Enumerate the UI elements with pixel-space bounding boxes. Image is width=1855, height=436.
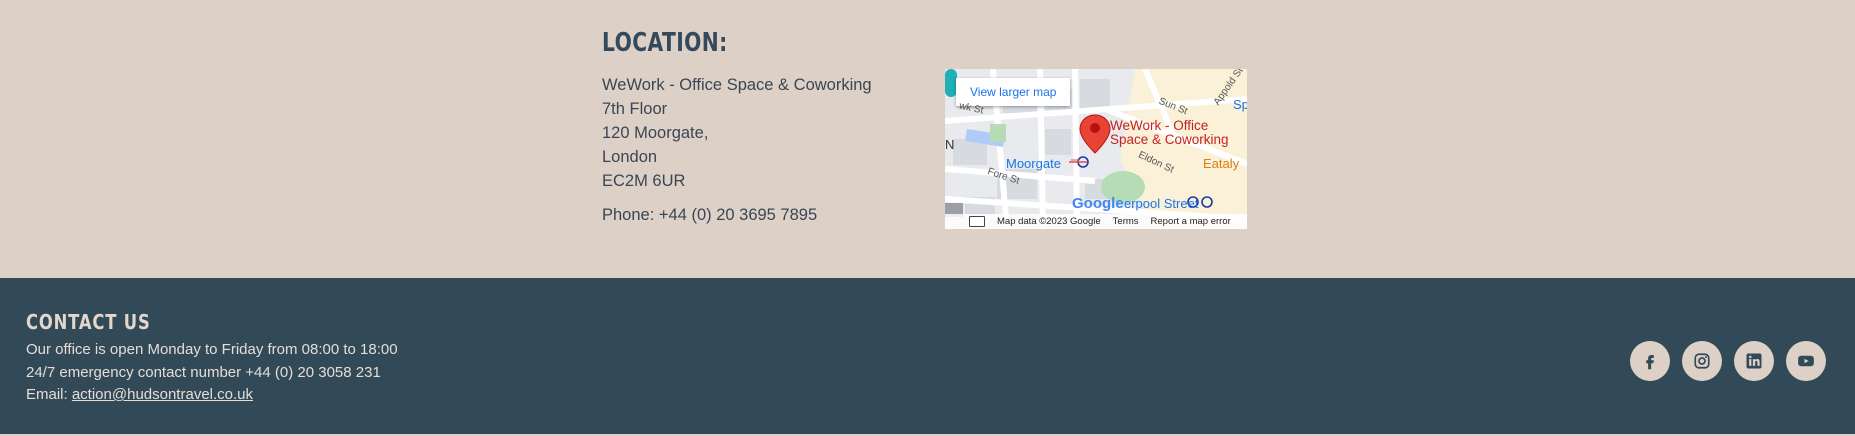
map-data-attribution: Map data ©2023 Google <box>997 216 1101 227</box>
youtube-button[interactable] <box>1786 341 1826 381</box>
email-label: Email: <box>26 386 72 403</box>
map-label-moorgate: Moorgate <box>1006 156 1061 171</box>
contact-details: Our office is open Monday to Friday from… <box>26 339 398 407</box>
instagram-button[interactable] <box>1682 341 1722 381</box>
youtube-icon <box>1798 355 1814 367</box>
map-report-link[interactable]: Report a map error <box>1151 216 1231 227</box>
address-line-company: WeWork - Office Space & Coworking <box>602 76 872 94</box>
map-terms-link[interactable]: Terms <box>1113 216 1139 227</box>
office-hours: Our office is open Monday to Friday from… <box>26 341 398 358</box>
contact-title: CONTACT US <box>26 310 151 334</box>
email-link[interactable]: action@hudsontravel.co.uk <box>72 386 253 403</box>
location-title: LOCATION: <box>602 28 728 58</box>
social-links <box>1630 341 1826 381</box>
facebook-button[interactable] <box>1630 341 1670 381</box>
phone-number: Phone: +44 (0) 20 3695 7895 <box>602 206 818 224</box>
address-line-city: London <box>602 148 658 166</box>
linkedin-button[interactable] <box>1734 341 1774 381</box>
address-line-street: 120 Moorgate, <box>602 124 709 142</box>
emergency-number: 24/7 emergency contact number +44 (0) 20… <box>26 363 381 381</box>
embedded-map[interactable]: View larger map WeWork - Office Space & … <box>945 69 1247 229</box>
map-footer: Map data ©2023 Google Terms Report a map… <box>945 214 1247 229</box>
footer: CONTACT US Our office is open Monday to … <box>0 278 1855 434</box>
map-place-label[interactable]: WeWork - Office Space & Coworking <box>1110 119 1229 147</box>
map-label-eataly: Eataly <box>1203 156 1240 171</box>
instagram-icon <box>1694 353 1710 369</box>
map-label-edge-n: N <box>945 137 955 152</box>
address: WeWork - Office Space & Coworking 7th Fl… <box>602 73 872 193</box>
address-line-floor: 7th Floor <box>602 100 668 118</box>
map-label-edge-sp: Sp <box>1233 97 1247 112</box>
linkedin-icon <box>1746 353 1762 369</box>
address-line-postcode: EC2M 6UR <box>602 172 686 190</box>
location-section: LOCATION: WeWork - Office Space & Cowork… <box>602 28 1262 238</box>
map-place-label-line1: WeWork - Office <box>1110 118 1209 133</box>
email-line: Email: action@hudsontravel.co.uk <box>26 384 398 407</box>
keyboard-icon[interactable] <box>969 216 985 227</box>
view-larger-map-link[interactable]: View larger map <box>956 78 1071 106</box>
map-place-label-line2: Space & Coworking <box>1110 132 1229 147</box>
google-logo: Google <box>1072 195 1124 212</box>
facebook-icon <box>1646 355 1654 370</box>
map-label-liverpool-street: erpool Street <box>1124 196 1199 211</box>
